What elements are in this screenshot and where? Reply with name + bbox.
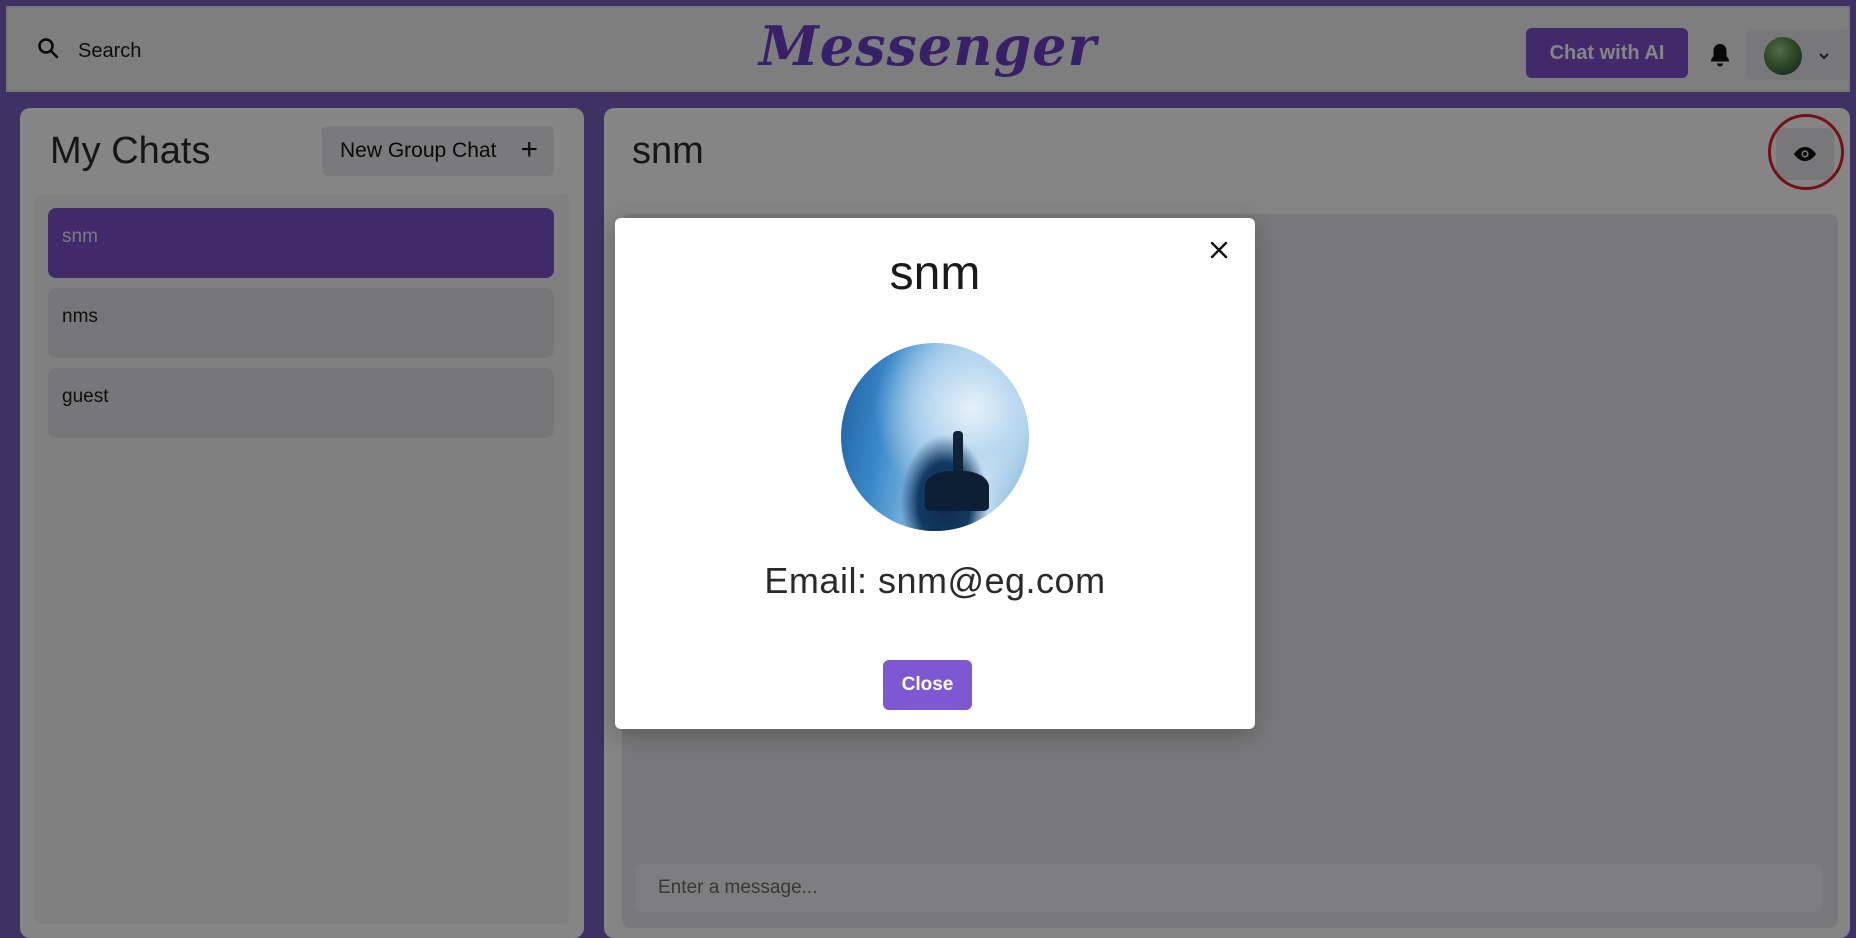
profile-email: Email: snm@eg.com xyxy=(764,560,1106,601)
modal-title: snm xyxy=(889,247,981,300)
profile-picture xyxy=(841,343,1029,531)
rock-silhouette xyxy=(925,471,989,511)
messenger-app: Search Messenger Chat with AI My Chats N… xyxy=(0,0,1856,938)
close-button[interactable]: Close xyxy=(883,660,972,710)
figure-silhouette xyxy=(953,431,963,475)
profile-modal: snm Email: snm@eg.com Close xyxy=(615,218,1255,729)
